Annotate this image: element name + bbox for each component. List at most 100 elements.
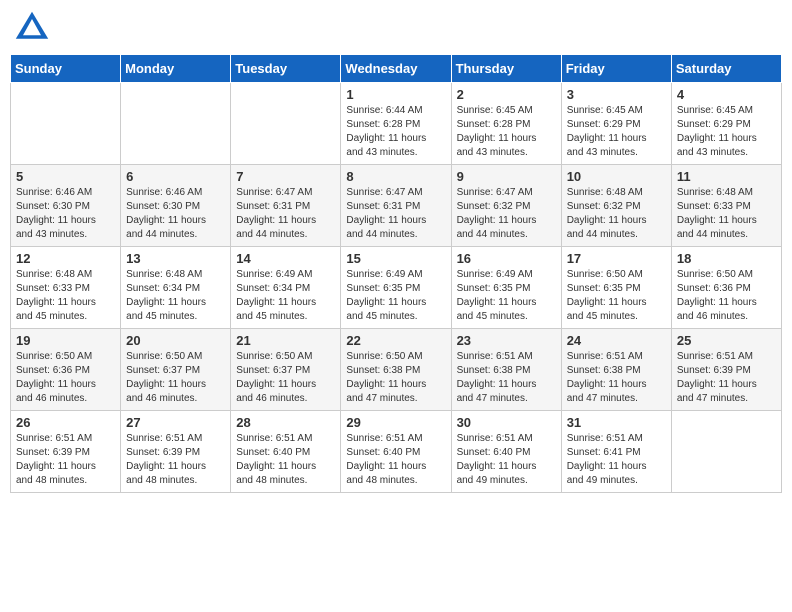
day-info: Sunrise: 6:50 AM Sunset: 6:35 PM Dayligh… [567,268,666,324]
day-number: 5 [16,169,115,184]
day-number: 21 [236,333,335,348]
day-number: 26 [16,415,115,430]
calendar-day-cell [671,411,781,493]
calendar-day-cell [11,83,121,165]
calendar-table: SundayMondayTuesdayWednesdayThursdayFrid… [10,54,782,493]
calendar-day-cell: 26 Sunrise: 6:51 AM Sunset: 6:39 PM Dayli… [11,411,121,493]
day-of-week-header: Sunday [11,55,121,83]
day-info: Sunrise: 6:48 AM Sunset: 6:32 PM Dayligh… [567,186,666,242]
day-number: 9 [457,169,556,184]
day-number: 7 [236,169,335,184]
day-number: 15 [346,251,445,266]
day-info: Sunrise: 6:51 AM Sunset: 6:38 PM Dayligh… [457,350,556,406]
calendar-day-cell: 4 Sunrise: 6:45 AM Sunset: 6:29 PM Daylig… [671,83,781,165]
day-number: 3 [567,87,666,102]
day-number: 16 [457,251,556,266]
calendar-day-cell: 24Sunrise: 6:51 AM Sunset: 6:38 PM Dayli… [561,329,671,411]
day-info: Sunrise: 6:51 AM Sunset: 6:41 PM Dayligh… [567,432,666,488]
day-of-week-header: Thursday [451,55,561,83]
day-info: Sunrise: 6:44 AM Sunset: 6:28 PM Dayligh… [346,104,445,160]
calendar-day-cell: 12Sunrise: 6:48 AM Sunset: 6:33 PM Dayli… [11,247,121,329]
calendar-day-cell: 5 Sunrise: 6:46 AM Sunset: 6:30 PM Daylig… [11,165,121,247]
calendar-day-cell: 3 Sunrise: 6:45 AM Sunset: 6:29 PM Daylig… [561,83,671,165]
day-number: 4 [677,87,776,102]
calendar-day-cell: 7 Sunrise: 6:47 AM Sunset: 6:31 PM Daylig… [231,165,341,247]
day-number: 27 [126,415,225,430]
day-number: 18 [677,251,776,266]
calendar-day-cell: 25 Sunrise: 6:51 AM Sunset: 6:39 PM Dayli… [671,329,781,411]
day-info: Sunrise: 6:51 AM Sunset: 6:40 PM Dayligh… [346,432,445,488]
day-number: 30 [457,415,556,430]
calendar-day-cell: 19 Sunrise: 6:50 AM Sunset: 6:36 PM Dayli… [11,329,121,411]
day-info: Sunrise: 6:50 AM Sunset: 6:37 PM Dayligh… [236,350,335,406]
day-number: 14 [236,251,335,266]
day-info: Sunrise: 6:51 AM Sunset: 6:39 PM Dayligh… [16,432,115,488]
day-of-week-header: Wednesday [341,55,451,83]
calendar-day-cell: 21 Sunrise: 6:50 AM Sunset: 6:37 PM Dayli… [231,329,341,411]
day-info: Sunrise: 6:48 AM Sunset: 6:33 PM Dayligh… [677,186,776,242]
calendar-day-cell: 13Sunrise: 6:48 AM Sunset: 6:34 PM Dayli… [121,247,231,329]
calendar-day-cell [121,83,231,165]
calendar-day-cell: 17 Sunrise: 6:50 AM Sunset: 6:35 PM Dayli… [561,247,671,329]
calendar-week-row: 1 Sunrise: 6:44 AM Sunset: 6:28 PM Daylig… [11,83,782,165]
day-number: 1 [346,87,445,102]
day-info: Sunrise: 6:49 AM Sunset: 6:35 PM Dayligh… [457,268,556,324]
day-info: Sunrise: 6:50 AM Sunset: 6:38 PM Dayligh… [346,350,445,406]
day-info: Sunrise: 6:51 AM Sunset: 6:39 PM Dayligh… [677,350,776,406]
calendar-day-cell: 8 Sunrise: 6:47 AM Sunset: 6:31 PM Daylig… [341,165,451,247]
calendar-day-cell: 11Sunrise: 6:48 AM Sunset: 6:33 PM Dayli… [671,165,781,247]
day-info: Sunrise: 6:46 AM Sunset: 6:30 PM Dayligh… [126,186,225,242]
calendar-day-cell: 6 Sunrise: 6:46 AM Sunset: 6:30 PM Daylig… [121,165,231,247]
day-info: Sunrise: 6:50 AM Sunset: 6:36 PM Dayligh… [677,268,776,324]
day-info: Sunrise: 6:50 AM Sunset: 6:36 PM Dayligh… [16,350,115,406]
day-of-week-header: Saturday [671,55,781,83]
calendar-day-cell: 10Sunrise: 6:48 AM Sunset: 6:32 PM Dayli… [561,165,671,247]
calendar-day-cell: 1 Sunrise: 6:44 AM Sunset: 6:28 PM Daylig… [341,83,451,165]
calendar-day-cell: 28Sunrise: 6:51 AM Sunset: 6:40 PM Dayli… [231,411,341,493]
calendar-day-cell: 14 Sunrise: 6:49 AM Sunset: 6:34 PM Dayli… [231,247,341,329]
day-info: Sunrise: 6:51 AM Sunset: 6:40 PM Dayligh… [457,432,556,488]
day-number: 8 [346,169,445,184]
day-number: 22 [346,333,445,348]
calendar-header-row: SundayMondayTuesdayWednesdayThursdayFrid… [11,55,782,83]
day-number: 24 [567,333,666,348]
day-number: 20 [126,333,225,348]
calendar-week-row: 19 Sunrise: 6:50 AM Sunset: 6:36 PM Dayli… [11,329,782,411]
page-header [10,10,782,46]
calendar-day-cell [231,83,341,165]
day-number: 25 [677,333,776,348]
calendar-day-cell: 22 Sunrise: 6:50 AM Sunset: 6:38 PM Dayli… [341,329,451,411]
day-info: Sunrise: 6:47 AM Sunset: 6:31 PM Dayligh… [346,186,445,242]
day-number: 28 [236,415,335,430]
day-of-week-header: Monday [121,55,231,83]
day-number: 17 [567,251,666,266]
calendar-week-row: 26 Sunrise: 6:51 AM Sunset: 6:39 PM Dayli… [11,411,782,493]
calendar-day-cell: 9 Sunrise: 6:47 AM Sunset: 6:32 PM Daylig… [451,165,561,247]
calendar-day-cell: 27Sunrise: 6:51 AM Sunset: 6:39 PM Dayli… [121,411,231,493]
day-of-week-header: Friday [561,55,671,83]
day-info: Sunrise: 6:45 AM Sunset: 6:29 PM Dayligh… [567,104,666,160]
calendar-day-cell: 16 Sunrise: 6:49 AM Sunset: 6:35 PM Dayli… [451,247,561,329]
calendar-day-cell: 30 Sunrise: 6:51 AM Sunset: 6:40 PM Dayli… [451,411,561,493]
day-number: 19 [16,333,115,348]
calendar-week-row: 12Sunrise: 6:48 AM Sunset: 6:33 PM Dayli… [11,247,782,329]
day-info: Sunrise: 6:50 AM Sunset: 6:37 PM Dayligh… [126,350,225,406]
day-number: 13 [126,251,225,266]
calendar-week-row: 5 Sunrise: 6:46 AM Sunset: 6:30 PM Daylig… [11,165,782,247]
calendar-day-cell: 18 Sunrise: 6:50 AM Sunset: 6:36 PM Dayli… [671,247,781,329]
day-info: Sunrise: 6:49 AM Sunset: 6:34 PM Dayligh… [236,268,335,324]
calendar-day-cell: 23Sunrise: 6:51 AM Sunset: 6:38 PM Dayli… [451,329,561,411]
day-info: Sunrise: 6:47 AM Sunset: 6:32 PM Dayligh… [457,186,556,242]
day-info: Sunrise: 6:49 AM Sunset: 6:35 PM Dayligh… [346,268,445,324]
day-number: 2 [457,87,556,102]
calendar-day-cell: 15 Sunrise: 6:49 AM Sunset: 6:35 PM Dayli… [341,247,451,329]
calendar-day-cell: 2 Sunrise: 6:45 AM Sunset: 6:28 PM Daylig… [451,83,561,165]
day-number: 29 [346,415,445,430]
day-info: Sunrise: 6:47 AM Sunset: 6:31 PM Dayligh… [236,186,335,242]
day-number: 6 [126,169,225,184]
day-info: Sunrise: 6:45 AM Sunset: 6:28 PM Dayligh… [457,104,556,160]
day-info: Sunrise: 6:46 AM Sunset: 6:30 PM Dayligh… [16,186,115,242]
day-info: Sunrise: 6:45 AM Sunset: 6:29 PM Dayligh… [677,104,776,160]
calendar-day-cell: 29 Sunrise: 6:51 AM Sunset: 6:40 PM Dayli… [341,411,451,493]
calendar-day-cell: 31Sunrise: 6:51 AM Sunset: 6:41 PM Dayli… [561,411,671,493]
